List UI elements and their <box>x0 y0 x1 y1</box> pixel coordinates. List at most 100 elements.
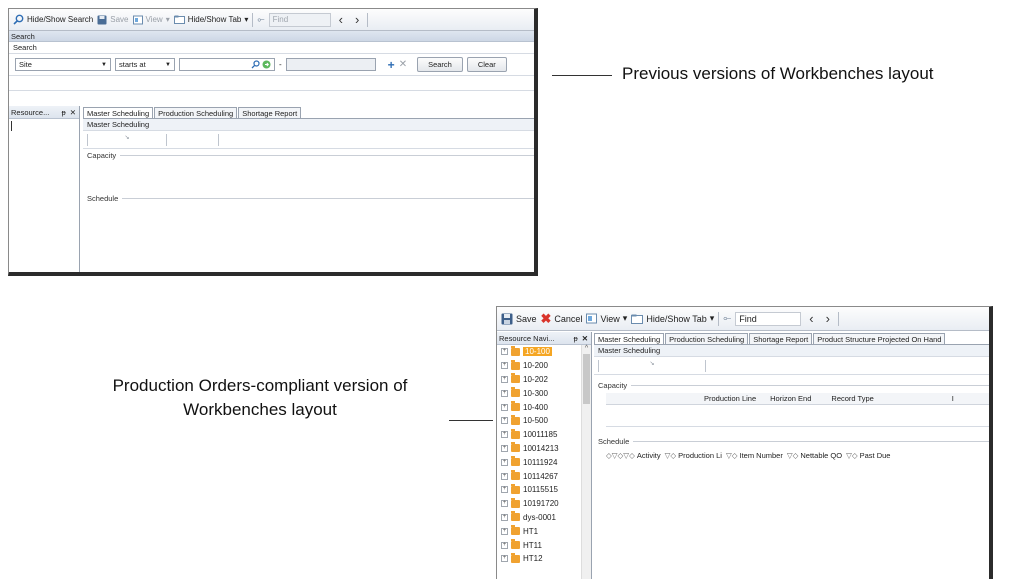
tree-item[interactable]: +10-200 <box>497 359 591 373</box>
next-arrow-icon[interactable]: › <box>351 12 363 27</box>
schedule-col-item-number[interactable]: Item Number <box>739 451 782 460</box>
tree-item[interactable]: + HT1 <box>497 524 591 538</box>
new-save-button[interactable]: Save <box>501 313 537 325</box>
old-hide-show-tab-menu[interactable]: Hide/Show Tab ▾ <box>173 15 248 24</box>
tree-item[interactable]: +10-100 <box>497 345 591 359</box>
folder-icon <box>511 442 520 453</box>
expand-icon[interactable]: + <box>501 417 508 425</box>
tab-shortage-report[interactable]: Shortage Report <box>238 107 302 118</box>
tree-item[interactable]: + HT11 <box>497 538 591 552</box>
tree-item-label: 10114267 <box>523 471 558 481</box>
tree-item[interactable]: +10111924 <box>497 455 591 469</box>
tree-item[interactable]: +10114267 <box>497 469 591 483</box>
schedule-col-nettable-qo[interactable]: Nettable QO <box>800 451 842 460</box>
search-range-end-input[interactable] <box>285 58 376 71</box>
expand-icon[interactable]: + <box>501 555 508 563</box>
tree-item-label: 10-400 <box>523 402 548 412</box>
close-icon[interactable]: ✕ <box>582 332 588 344</box>
expand-icon[interactable]: + <box>501 403 508 411</box>
tree-item[interactable]: +10-300 <box>497 386 591 400</box>
expand-icon[interactable]: + <box>501 472 508 480</box>
new-view-menu[interactable]: View ▾ <box>586 313 627 324</box>
expand-icon[interactable]: + <box>501 375 508 383</box>
expand-icon[interactable]: + <box>501 541 508 549</box>
expand-icon[interactable]: + <box>501 486 508 494</box>
previous-arrow-icon[interactable]: ‹ <box>335 12 347 27</box>
capacity-col-horizon-end[interactable]: Horizon End <box>770 394 811 403</box>
go-icon[interactable] <box>262 60 271 69</box>
tab-production-scheduling[interactable]: Production Scheduling <box>665 333 749 344</box>
capacity-col-truncated[interactable]: I <box>952 394 954 403</box>
tab-shortage-report[interactable]: Shortage Report <box>749 333 813 344</box>
new-resource-panel-title: Resource Navi... <box>499 334 555 343</box>
tab-master-scheduling[interactable]: Master Scheduling <box>83 107 154 118</box>
cancel-button[interactable]: ✖ Cancel <box>541 311 583 327</box>
remove-criteria-icon[interactable]: ✕ <box>399 59 407 70</box>
schedule-col-past-due[interactable]: Past Due <box>860 451 891 460</box>
operator-select[interactable]: starts at ▼ <box>115 58 175 71</box>
close-icon[interactable]: ✕ <box>70 106 76 118</box>
scrollbar-thumb[interactable] <box>583 354 590 404</box>
search-button[interactable]: Search <box>417 57 463 72</box>
binoculars-icon: ⟜ <box>723 313 732 324</box>
filter-icon[interactable]: ▽◇ <box>665 451 677 460</box>
tree-item[interactable]: +10191720 <box>497 497 591 511</box>
capacity-col-production-line[interactable]: Production Line <box>704 394 756 403</box>
filter-icon[interactable]: ▽◇ <box>846 451 858 460</box>
next-arrow-icon[interactable]: › <box>822 311 834 326</box>
resize-grip-icon[interactable]: ↘ <box>598 359 706 372</box>
hide-show-search-button[interactable]: Hide/Show Search <box>13 14 93 25</box>
sort-filter-icon[interactable]: ◇▽◇▽◇ <box>606 451 635 460</box>
expand-icon[interactable]: + <box>501 431 508 439</box>
filter-icon[interactable]: ▽◇ <box>787 451 799 460</box>
group-divider <box>122 198 534 199</box>
expand-icon[interactable]: + <box>501 527 508 535</box>
expand-icon[interactable]: + <box>501 458 508 466</box>
tree-item[interactable]: +10014213 <box>497 442 591 456</box>
expand-icon[interactable]: + <box>501 500 508 508</box>
tab-product-structure-projected-on-hand[interactable]: Product Structure Projected On Hand <box>813 333 946 344</box>
tree-item-label: 10111924 <box>523 457 558 467</box>
tree-item-label: HT11 <box>523 540 542 550</box>
tree-item[interactable]: +10115515 <box>497 483 591 497</box>
tree-scrollbar[interactable]: ^ <box>581 345 591 579</box>
toolbar-divider <box>718 311 720 326</box>
pin-icon[interactable]: ᵽ <box>574 332 578 344</box>
expand-icon[interactable]: + <box>501 389 508 397</box>
capacity-col-record-type[interactable]: Record Type <box>831 394 873 403</box>
old-save-button[interactable]: Save <box>97 15 129 25</box>
folder-icon <box>511 373 520 384</box>
old-view-menu[interactable]: View ▾ <box>132 15 170 25</box>
tree-item[interactable]: + HT12 <box>497 552 591 566</box>
pin-icon[interactable]: ᵽ <box>62 106 66 118</box>
tree-item[interactable]: +10-500 <box>497 414 591 428</box>
expand-icon[interactable]: + <box>501 444 508 452</box>
tree-item[interactable]: +10-202 <box>497 373 591 387</box>
new-hide-show-tab-menu[interactable]: Hide/Show Tab ▾ <box>631 313 714 324</box>
field-select[interactable]: Site ▼ <box>15 58 111 71</box>
compliant-workbench-screenshot: Save ✖ Cancel View ▾ Hide/Show Tab ▾ ⟜ F… <box>496 306 993 579</box>
tree-item[interactable]: + dys-0001 <box>497 511 591 525</box>
old-resource-panel-title: Resource... <box>11 108 50 117</box>
tree-item[interactable]: +10-400 <box>497 400 591 414</box>
old-find-input[interactable]: Find <box>268 12 331 27</box>
previous-arrow-icon[interactable]: ‹ <box>805 311 817 326</box>
expand-icon[interactable]: + <box>501 513 508 521</box>
add-criteria-icon[interactable]: + <box>388 58 395 72</box>
expand-icon[interactable]: + <box>501 348 508 356</box>
expand-icon[interactable]: + <box>501 362 508 370</box>
clear-button[interactable]: Clear <box>466 57 507 72</box>
schedule-col-activity[interactable]: Activity <box>637 451 661 460</box>
toolbar-divider <box>252 12 254 27</box>
schedule-col-production-line[interactable]: Production Li <box>678 451 722 460</box>
resize-grip-icon[interactable]: ↘ <box>87 133 167 146</box>
tab-master-scheduling[interactable]: Master Scheduling <box>594 333 665 344</box>
tree-item[interactable]: +10011185 <box>497 428 591 442</box>
new-find-input[interactable]: Find <box>735 311 802 326</box>
hide-show-search-label: Hide/Show Search <box>27 15 94 24</box>
tab-production-scheduling[interactable]: Production Scheduling <box>154 107 238 118</box>
lookup-icon[interactable] <box>251 60 260 69</box>
filter-icon[interactable]: ▽◇ <box>726 451 738 460</box>
search-value-input[interactable] <box>179 58 275 71</box>
scroll-up-icon[interactable]: ^ <box>582 345 591 352</box>
